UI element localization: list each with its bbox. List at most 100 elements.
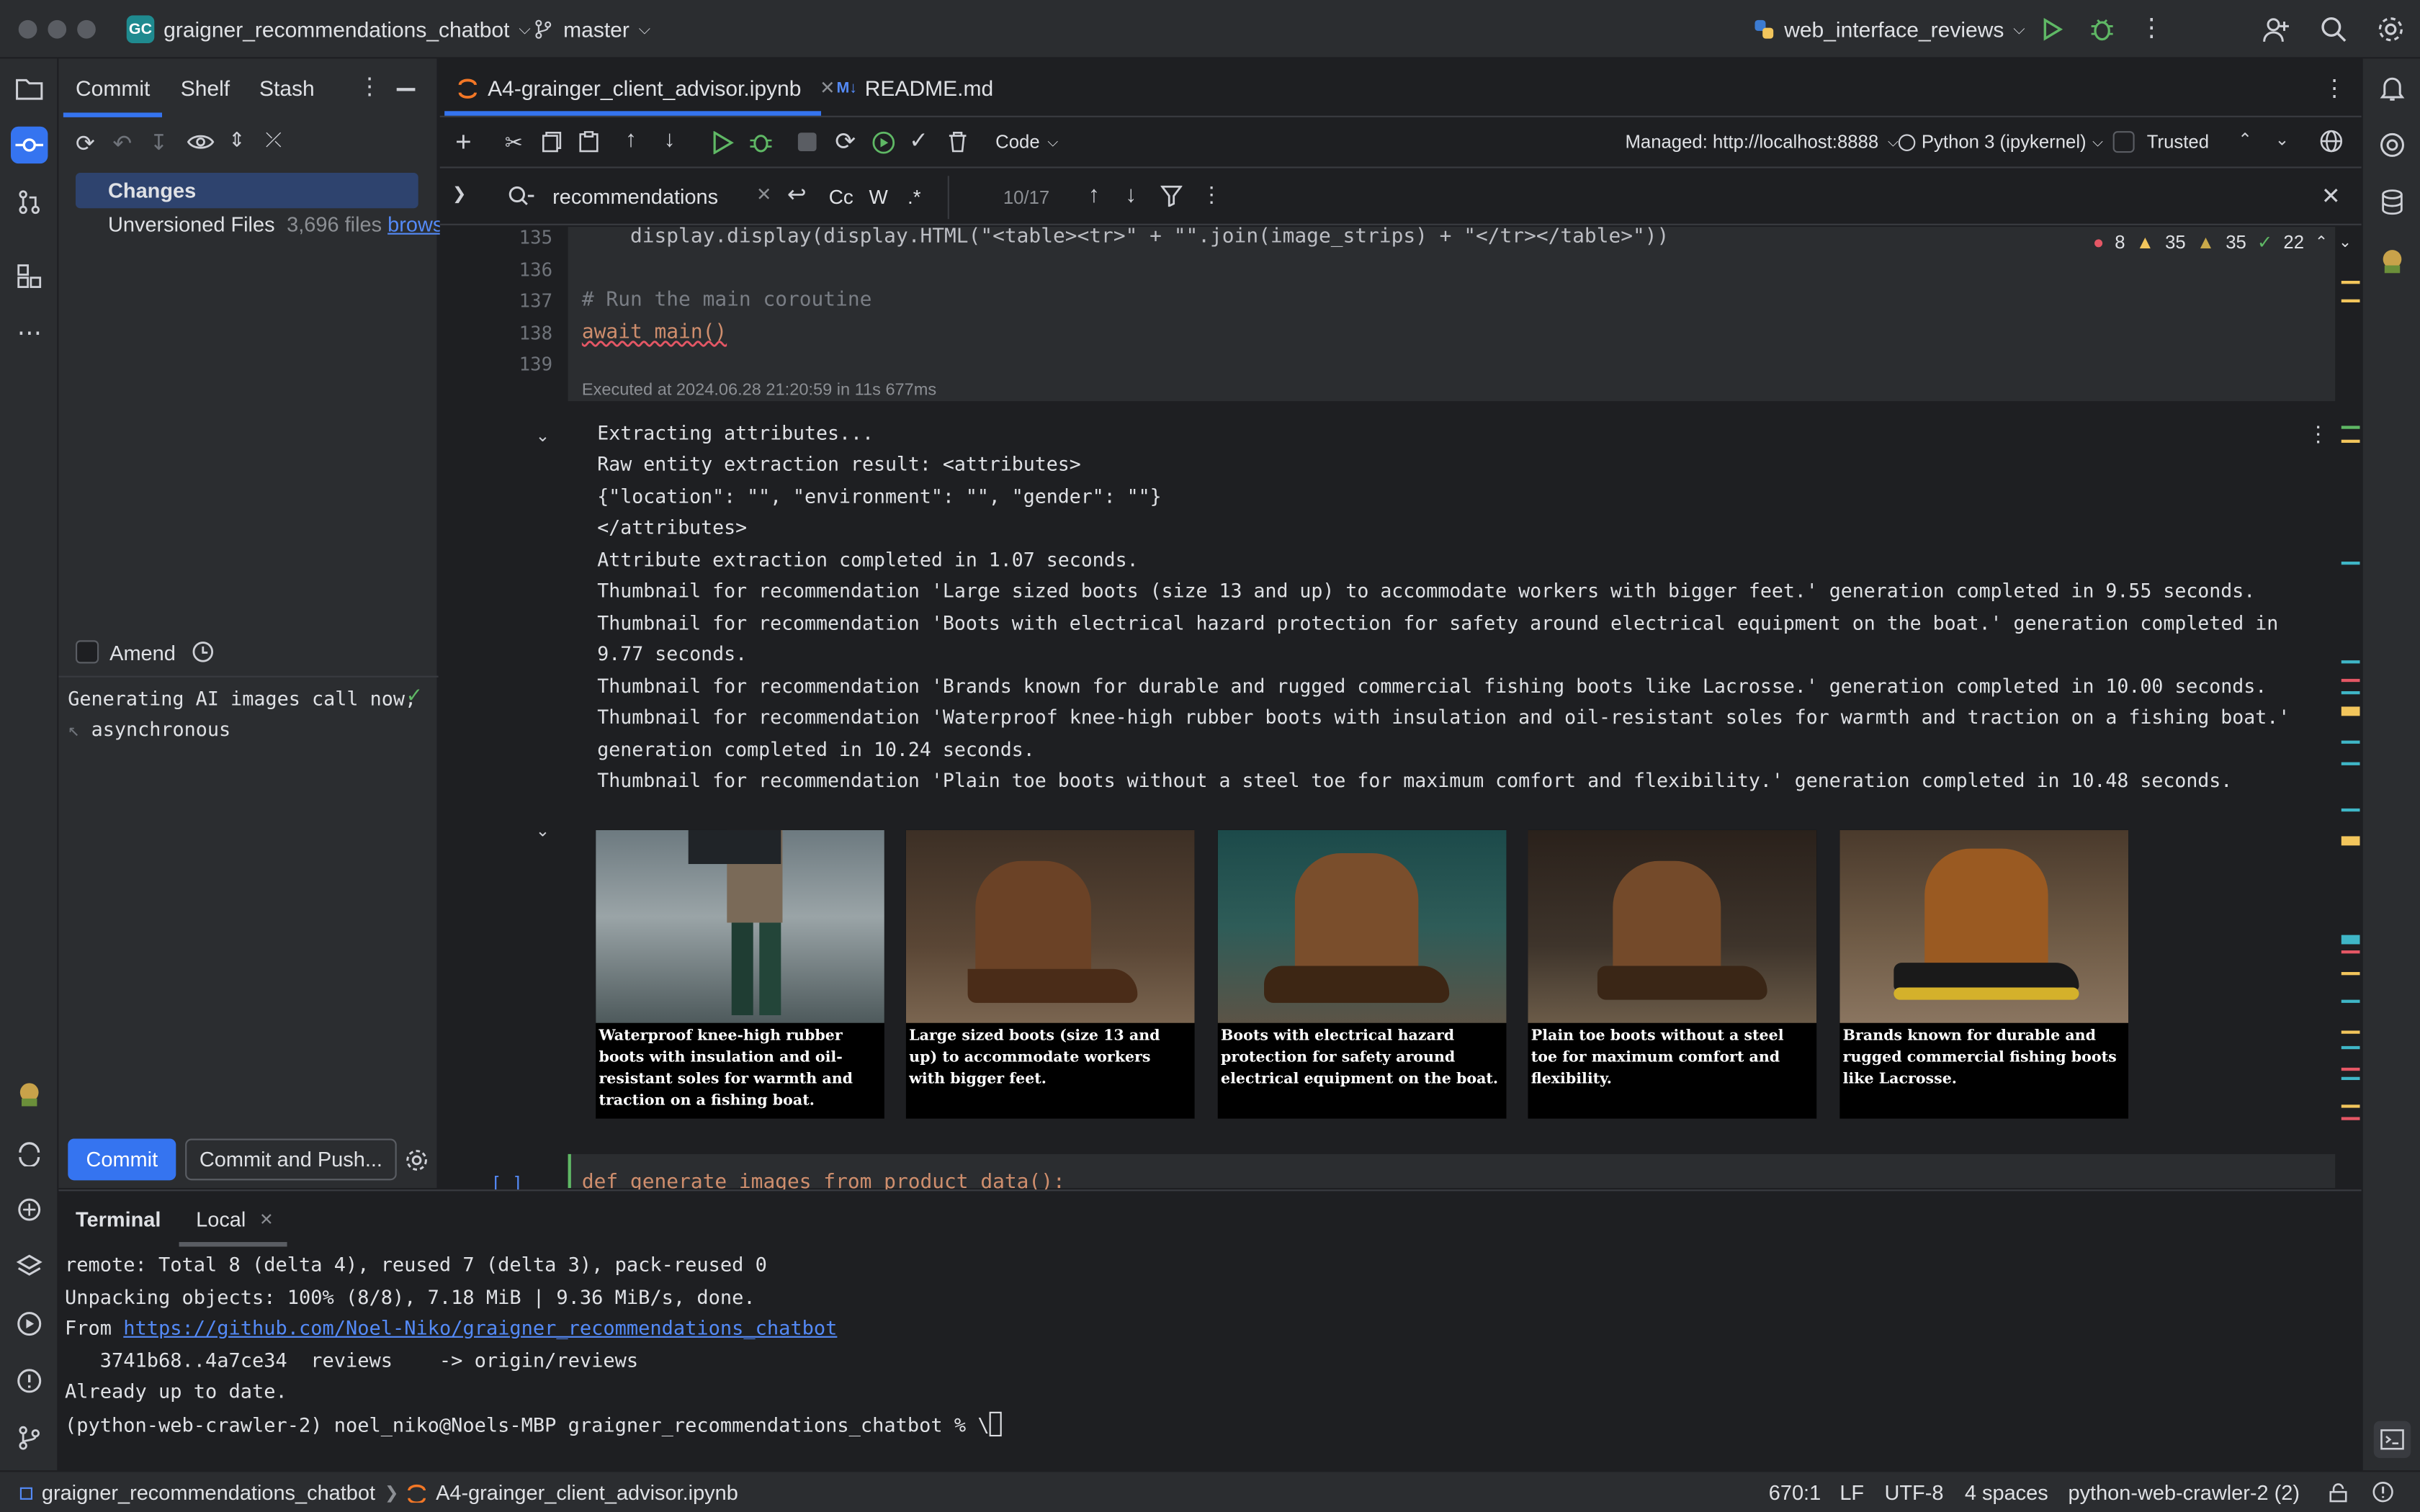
terminal-prompt[interactable]: (python-web-crawler-2) noel_niko@Noels-M… bbox=[65, 1411, 1002, 1437]
close-find-icon[interactable]: ✕ bbox=[2321, 182, 2341, 210]
collapse-all-icon[interactable]: ⤫ bbox=[266, 128, 282, 153]
more-vertical-icon[interactable]: ⋮ bbox=[2323, 74, 2346, 102]
close-icon[interactable]: ✕ bbox=[820, 77, 835, 99]
history-icon[interactable] bbox=[192, 640, 215, 663]
debug-icon[interactable] bbox=[2088, 15, 2116, 43]
update-icon[interactable]: ↧ bbox=[150, 130, 168, 156]
collapse-output-icon[interactable]: ⌄ bbox=[536, 821, 550, 841]
close-icon[interactable]: ✕ bbox=[259, 1210, 274, 1230]
more-vertical-icon[interactable]: ⋮ bbox=[1201, 182, 1222, 208]
chevron-up-icon[interactable]: ⌃ bbox=[2238, 130, 2252, 150]
run-all-icon[interactable] bbox=[872, 131, 895, 154]
tab-local[interactable]: Local ✕ bbox=[179, 1191, 287, 1247]
line-separator[interactable]: LF bbox=[1839, 1481, 1864, 1504]
cursor-position[interactable]: 670:1 bbox=[1769, 1481, 1821, 1504]
globe-icon[interactable] bbox=[2320, 130, 2343, 153]
trusted-checkbox[interactable] bbox=[2112, 131, 2135, 153]
cell-type-select[interactable]: Code ⌵ bbox=[995, 131, 1058, 153]
structure-icon[interactable] bbox=[11, 258, 48, 294]
server-select[interactable]: Managed: http://localhost:8888 ⌵ bbox=[1625, 131, 1898, 153]
refresh-icon[interactable]: ⟳ bbox=[76, 130, 95, 157]
problems-icon[interactable] bbox=[11, 1362, 48, 1399]
changes-node[interactable]: Changes bbox=[76, 173, 418, 209]
code-cell[interactable] bbox=[568, 227, 2336, 402]
trash-icon[interactable] bbox=[948, 131, 968, 153]
tab-commit[interactable]: Commit bbox=[76, 76, 150, 100]
move-up-icon[interactable]: ↑ bbox=[625, 127, 637, 153]
commit-and-push-button[interactable]: Commit and Push... bbox=[185, 1138, 397, 1181]
commit-message-input[interactable]: Generating AI images call now, ↖ asynchr… bbox=[68, 683, 416, 745]
services-icon[interactable] bbox=[11, 1305, 48, 1342]
copy-icon[interactable] bbox=[542, 131, 562, 153]
newline-icon[interactable]: ↩ bbox=[787, 181, 807, 208]
commit-button[interactable]: Commit bbox=[68, 1138, 176, 1181]
stop-icon[interactable] bbox=[797, 132, 817, 152]
expand-all-icon[interactable]: ⇕ bbox=[228, 128, 245, 153]
tab-shelf[interactable]: Shelf bbox=[181, 76, 230, 100]
paste-icon[interactable] bbox=[579, 131, 599, 153]
repo-link[interactable]: https://github.com/Noel-Niko/graigner_re… bbox=[123, 1316, 837, 1339]
inspection-widget[interactable]: ● 8 ▲ 35 ▲ 35 ✓ 22 ⌃ ⌄ bbox=[2093, 231, 2352, 253]
notifications-icon[interactable] bbox=[2374, 69, 2411, 106]
run-cell-icon[interactable] bbox=[712, 131, 735, 155]
eye-icon[interactable] bbox=[187, 131, 215, 153]
collapse-output-icon[interactable]: ⌄ bbox=[536, 426, 550, 446]
layers-icon[interactable] bbox=[11, 1248, 48, 1285]
more-vertical-icon[interactable]: ⋮ bbox=[358, 73, 381, 100]
chevron-right-icon[interactable]: ❯ bbox=[452, 184, 467, 204]
next-match-icon[interactable]: ↓ bbox=[1125, 182, 1137, 208]
filter-icon[interactable] bbox=[1160, 185, 1183, 207]
breadcrumb-project[interactable]: graigner_recommendations_chatbot bbox=[42, 1481, 375, 1504]
python-packages-icon[interactable] bbox=[11, 1191, 48, 1228]
clear-outputs-icon[interactable]: ✓ bbox=[909, 127, 928, 154]
cut-icon[interactable]: ✂ bbox=[505, 130, 523, 156]
add-cell-icon[interactable]: + bbox=[455, 127, 472, 159]
run-config-selector[interactable]: web_interface_reviews ⌵ bbox=[1753, 11, 2025, 48]
branch-selector[interactable]: master ⌵ bbox=[532, 11, 650, 48]
tab-stash[interactable]: Stash bbox=[259, 76, 315, 100]
match-case-toggle[interactable]: Cc bbox=[829, 185, 853, 208]
chevron-down-icon[interactable]: ⌄ bbox=[2275, 130, 2290, 150]
interpreter[interactable]: python-web-crawler-2 (2) bbox=[2068, 1481, 2300, 1504]
window-zoom-button[interactable] bbox=[77, 19, 96, 39]
pull-request-icon[interactable] bbox=[11, 184, 48, 220]
project-selector[interactable]: GC graigner_recommendations_chatbot ⌵ bbox=[126, 11, 531, 48]
more-horizontal-icon[interactable]: ⋯ bbox=[11, 315, 48, 351]
ai-assistant-icon[interactable] bbox=[2374, 127, 2411, 163]
folder-icon[interactable] bbox=[11, 69, 48, 106]
file-encoding[interactable]: UTF-8 bbox=[1884, 1481, 1943, 1504]
debug-cell-icon[interactable] bbox=[748, 130, 773, 154]
python-console-icon[interactable] bbox=[11, 1134, 48, 1171]
previous-match-icon[interactable]: ↑ bbox=[1088, 182, 1100, 208]
settings-icon[interactable] bbox=[404, 1148, 429, 1172]
move-down-icon[interactable]: ↓ bbox=[663, 127, 675, 153]
clear-icon[interactable]: ✕ bbox=[756, 184, 772, 205]
database-icon[interactable] bbox=[2374, 184, 2411, 220]
amend-checkbox[interactable] bbox=[76, 640, 99, 664]
unversioned-files-node[interactable]: Unversioned Files 3,696 files browse bbox=[108, 213, 454, 236]
git-icon[interactable] bbox=[11, 1419, 48, 1456]
whole-word-toggle[interactable]: W bbox=[869, 185, 887, 208]
window-close-button[interactable] bbox=[18, 19, 37, 39]
add-user-icon[interactable] bbox=[2262, 15, 2290, 43]
find-input[interactable]: recommendations bbox=[552, 185, 718, 208]
lock-icon[interactable] bbox=[2329, 1482, 2348, 1503]
breadcrumb-file[interactable]: A4-grainger_client_advisor.ipynb bbox=[436, 1481, 738, 1504]
search-icon[interactable] bbox=[2320, 15, 2348, 43]
minimize-icon[interactable] bbox=[396, 88, 416, 91]
commit-tool-icon[interactable] bbox=[11, 126, 48, 164]
indent-setting[interactable]: 4 spaces bbox=[1965, 1481, 2048, 1504]
regex-toggle[interactable]: .* bbox=[908, 185, 921, 208]
more-vertical-icon[interactable]: ⋮ bbox=[2139, 12, 2164, 43]
tab-notebook[interactable]: A4-grainger_client_advisor.ipynb ✕ bbox=[457, 76, 835, 100]
ai-assistant-avatar-icon[interactable] bbox=[11, 1076, 48, 1112]
kernel-select[interactable]: Python 3 (ipykernel) ⌵ bbox=[1898, 131, 2103, 153]
notification-status-icon[interactable] bbox=[2372, 1481, 2394, 1503]
terminal-icon[interactable] bbox=[2373, 1421, 2411, 1459]
window-minimize-button[interactable] bbox=[48, 19, 67, 39]
gear-icon[interactable] bbox=[2377, 15, 2405, 43]
tab-readme[interactable]: M↓ README.md bbox=[836, 76, 993, 100]
restart-kernel-icon[interactable]: ⟳ bbox=[835, 127, 856, 158]
run-icon[interactable] bbox=[2040, 17, 2065, 42]
rollback-icon[interactable]: ↶ bbox=[112, 130, 132, 157]
